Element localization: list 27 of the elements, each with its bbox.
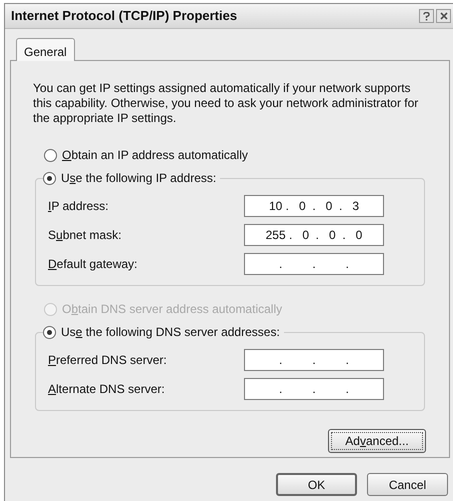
field-label: Preferred DNS server: bbox=[48, 352, 168, 368]
radio-button[interactable] bbox=[43, 326, 56, 338]
ok-button[interactable]: OK bbox=[276, 473, 357, 496]
radio-button[interactable] bbox=[44, 148, 57, 162]
help-button[interactable] bbox=[419, 9, 434, 23]
tab[interactable]: General bbox=[16, 38, 75, 61]
ip-address-field[interactable]: . . . bbox=[244, 252, 384, 274]
field-label: IP address: bbox=[48, 198, 110, 214]
advanced-button[interactable]: Advanced... bbox=[328, 429, 426, 453]
radio-label: Use the following IP address: bbox=[61, 170, 216, 187]
radio-button[interactable] bbox=[43, 172, 56, 184]
ip-address-field[interactable]: . . . bbox=[244, 348, 384, 370]
question-mark-icon bbox=[423, 12, 430, 20]
radio-label: Use the following DNS server addresses: bbox=[61, 324, 280, 341]
field-label: Alternate DNS server: bbox=[48, 380, 166, 398]
window-title: Internet Protocol (TCP/IP) Properties bbox=[11, 7, 238, 26]
ip-address-field[interactable]: 10 . 0 . 0 . 3 bbox=[244, 194, 384, 216]
field-label: Subnet mask: bbox=[48, 226, 122, 244]
close-icon bbox=[440, 12, 448, 20]
ip-address-field[interactable]: . . . bbox=[244, 378, 384, 400]
radio-label: Obtain DNS server address automatically bbox=[62, 301, 282, 318]
field-label: Default gateway: bbox=[48, 256, 138, 272]
cancel-button[interactable]: Cancel bbox=[367, 473, 448, 496]
close-button[interactable] bbox=[436, 9, 451, 23]
ip-address-field[interactable]: 255 . 0 . 0 . 0 bbox=[244, 224, 384, 246]
radio-label: Obtain an IP address automatically bbox=[62, 147, 248, 164]
intro-text: You can get IP settings assigned automatically if your network supports this capability. Otherwise, you need to ask your network administrator for the appropriate IP settings. bbox=[33, 81, 420, 126]
